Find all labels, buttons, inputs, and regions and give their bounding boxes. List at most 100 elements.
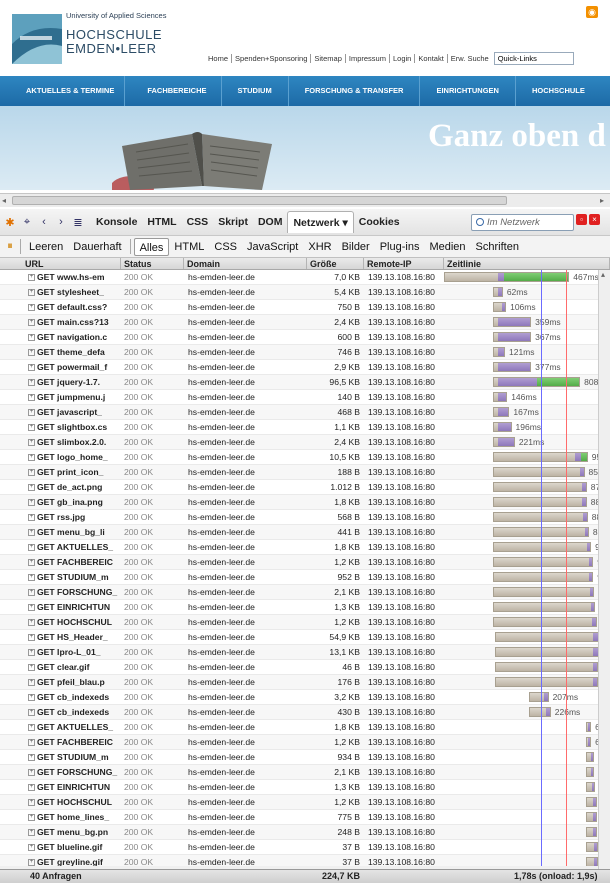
request-timeline[interactable]: 1,08s: [444, 645, 610, 659]
request-url[interactable]: + GET STUDIUM_m: [0, 570, 121, 584]
request-timeline[interactable]: 62ms: [444, 285, 610, 299]
nav-einrichtungen[interactable]: EINRICHTUNGEN: [420, 76, 516, 106]
timing-bar[interactable]: [585, 797, 597, 807]
toplink-sitemap[interactable]: Sitemap: [311, 54, 346, 63]
expand-icon[interactable]: +: [28, 784, 35, 791]
request-url[interactable]: + GET AKTUELLES_: [0, 720, 121, 734]
col-timeline[interactable]: Zeitlinie: [444, 258, 610, 269]
filter-plugins[interactable]: Plug-ins: [375, 238, 425, 256]
timing-bar[interactable]: [493, 437, 515, 447]
request-timeline[interactable]: 117ms: [444, 825, 610, 839]
table-row[interactable]: + GET AKTUELLES_ 200 OK hs-emden-leer.de 1,8…: [0, 540, 610, 555]
scroll-right-icon[interactable]: ▸: [600, 196, 604, 205]
expand-icon[interactable]: +: [28, 394, 35, 401]
request-timeline[interactable]: 221ms: [444, 435, 610, 449]
expand-icon[interactable]: +: [28, 529, 35, 536]
timing-bar[interactable]: [493, 587, 595, 597]
timing-bar[interactable]: [493, 317, 532, 327]
table-row[interactable]: + GET greyline.gif 200 OK hs-emden-leer.de 3…: [0, 855, 610, 866]
expand-icon[interactable]: +: [28, 334, 35, 341]
request-url[interactable]: + GET cb_indexeds: [0, 690, 121, 704]
timing-bar[interactable]: [585, 827, 597, 837]
expand-icon[interactable]: +: [28, 739, 35, 746]
toplink-spenden[interactable]: Spenden+Sponsoring: [232, 54, 312, 63]
nav-hochschule[interactable]: HOCHSCHULE: [516, 76, 595, 106]
request-timeline[interactable]: 167ms: [444, 405, 610, 419]
expand-icon[interactable]: +: [28, 754, 35, 761]
request-timeline[interactable]: 1,27s: [444, 630, 610, 644]
request-timeline[interactable]: 121ms: [444, 345, 610, 359]
request-url[interactable]: + GET STUDIUM_m: [0, 750, 121, 764]
col-remote-ip[interactable]: Remote-IP: [364, 258, 444, 269]
request-url[interactable]: + GET javascript_: [0, 405, 121, 419]
request-timeline[interactable]: 119ms: [444, 810, 610, 824]
timing-bar[interactable]: [493, 557, 594, 567]
timing-bar[interactable]: [495, 662, 598, 672]
expand-icon[interactable]: +: [28, 724, 35, 731]
expand-icon[interactable]: +: [28, 694, 35, 701]
expand-icon[interactable]: +: [28, 304, 35, 311]
table-row[interactable]: + GET jumpmenu.j 200 OK hs-emden-leer.de 140…: [0, 390, 610, 405]
command-line-icon[interactable]: ≣: [71, 215, 85, 229]
request-timeline[interactable]: 933ms: [444, 570, 610, 584]
request-timeline[interactable]: 883ms: [444, 510, 610, 524]
request-url[interactable]: + GET gb_ina.png: [0, 495, 121, 509]
table-row[interactable]: + GET STUDIUM_m 200 OK hs-emden-leer.de 934 …: [0, 750, 610, 765]
request-url[interactable]: + GET pfeil_blau.p: [0, 675, 121, 689]
expand-icon[interactable]: +: [28, 289, 35, 296]
request-url[interactable]: + GET de_act.png: [0, 480, 121, 494]
table-row[interactable]: + GET cb_indexeds 200 OK hs-emden-leer.de 3,…: [0, 690, 610, 705]
timing-bar[interactable]: [528, 707, 551, 717]
table-row[interactable]: + GET FORSCHUNG_ 200 OK hs-emden-leer.de 2,1…: [0, 765, 610, 780]
expand-icon[interactable]: +: [28, 709, 35, 716]
request-timeline[interactable]: 226ms: [444, 705, 610, 719]
timing-bar[interactable]: [493, 302, 507, 312]
timing-bar[interactable]: [493, 392, 508, 402]
timing-bar[interactable]: [493, 287, 503, 297]
nav-aktuelles[interactable]: AKTUELLES & TERMINE: [0, 76, 126, 106]
table-row[interactable]: + GET slightbox.cs 200 OK hs-emden-leer.de 1…: [0, 420, 610, 435]
request-timeline[interactable]: 196ms: [444, 420, 610, 434]
expand-icon[interactable]: +: [28, 619, 35, 626]
table-row[interactable]: + GET menu_bg_li 200 OK hs-emden-leer.de 441…: [0, 525, 610, 540]
request-timeline[interactable]: 96ms: [444, 750, 610, 764]
request-timeline[interactable]: 66ms: [444, 735, 610, 749]
timing-bar[interactable]: [493, 497, 587, 507]
filter-css[interactable]: CSS: [209, 238, 242, 256]
request-url[interactable]: + GET powermail_f: [0, 360, 121, 374]
timing-bar[interactable]: [493, 332, 532, 342]
filter-javascript[interactable]: JavaScript: [242, 238, 303, 256]
request-timeline[interactable]: 909ms: [444, 540, 610, 554]
request-url[interactable]: + GET greyline.gif: [0, 855, 121, 866]
expand-icon[interactable]: +: [28, 859, 35, 866]
tab-netzwerk[interactable]: Netzwerk ▾: [287, 211, 354, 233]
tab-dom[interactable]: DOM: [253, 211, 288, 233]
request-timeline[interactable]: 875ms: [444, 480, 610, 494]
network-search-input[interactable]: Im Netzwerk: [471, 214, 574, 231]
request-timeline[interactable]: 964ms: [444, 675, 610, 689]
table-row[interactable]: + GET pfeil_blau.p 200 OK hs-emden-leer.de 1…: [0, 675, 610, 690]
request-url[interactable]: + GET slimbox.2.0.: [0, 435, 121, 449]
expand-icon[interactable]: +: [28, 469, 35, 476]
timing-bar[interactable]: [585, 842, 598, 852]
request-url[interactable]: + GET default.css?: [0, 300, 121, 314]
toplink-login[interactable]: Login: [390, 54, 416, 63]
expand-icon[interactable]: +: [28, 844, 35, 851]
expand-icon[interactable]: +: [28, 409, 35, 416]
request-url[interactable]: + GET menu_bg.pn: [0, 825, 121, 839]
expand-icon[interactable]: +: [28, 454, 35, 461]
table-row[interactable]: + GET blueline.gif 200 OK hs-emden-leer.de 3…: [0, 840, 610, 855]
table-row[interactable]: + GET HOCHSCHUL 200 OK hs-emden-leer.de 1,2 …: [0, 615, 610, 630]
expand-icon[interactable]: +: [28, 604, 35, 611]
timing-bar[interactable]: [585, 812, 597, 822]
expand-icon[interactable]: +: [28, 484, 35, 491]
table-row[interactable]: + GET FACHBEREIC 200 OK hs-emden-leer.de 1,2…: [0, 735, 610, 750]
table-row[interactable]: + GET EINRICHTUN 200 OK hs-emden-leer.de 1,3…: [0, 600, 610, 615]
expand-icon[interactable]: +: [28, 769, 35, 776]
filter-bilder[interactable]: Bilder: [337, 238, 375, 256]
request-url[interactable]: + GET cb_indexeds: [0, 705, 121, 719]
request-timeline[interactable]: 113ms: [444, 795, 610, 809]
table-row[interactable]: + GET EINRICHTUN 200 OK hs-emden-leer.de 1,3…: [0, 780, 610, 795]
timing-bar[interactable]: [493, 602, 596, 612]
request-url[interactable]: + GET rss.jpg: [0, 510, 121, 524]
